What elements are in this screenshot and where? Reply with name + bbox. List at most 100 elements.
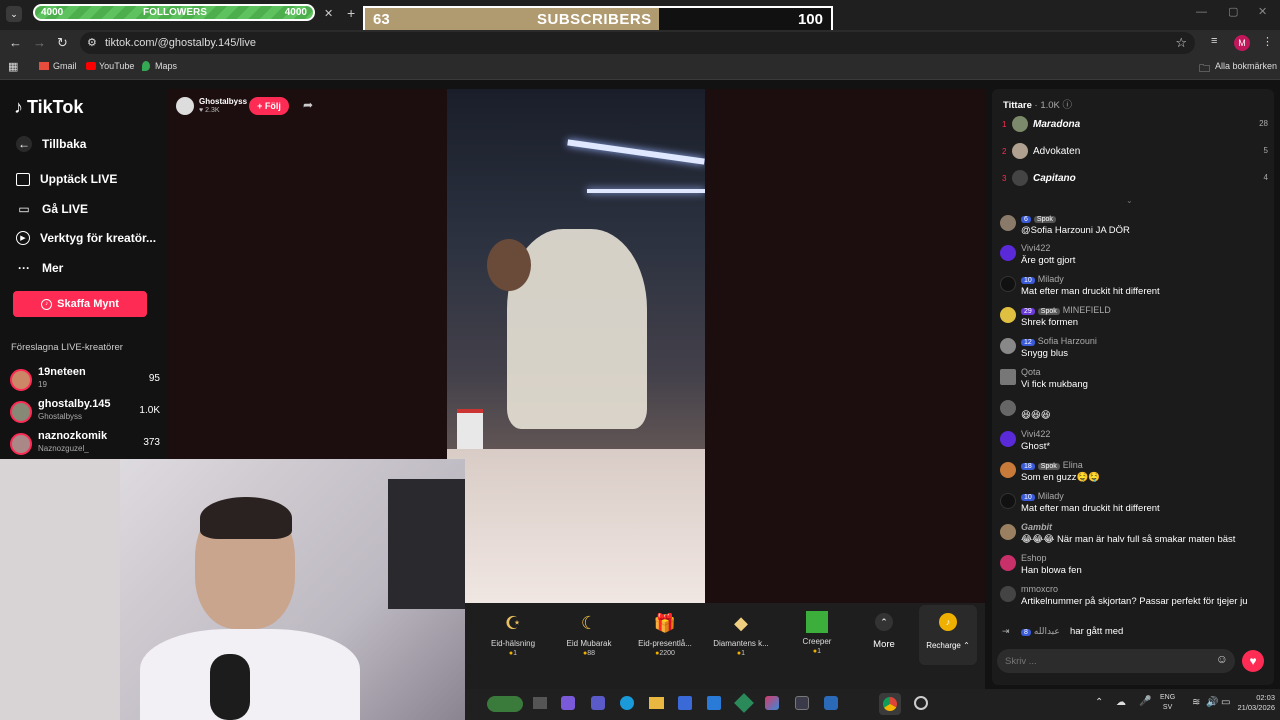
avatar xyxy=(1000,555,1016,571)
expand-chevron-icon[interactable]: ⌄ xyxy=(1126,196,1133,205)
bookmark-gmail[interactable]: Gmail xyxy=(53,61,77,71)
mail-icon[interactable] xyxy=(707,696,721,710)
chat-username[interactable]: Vivi422 xyxy=(1021,243,1050,253)
chat-username[interactable]: 8 عبدالله xyxy=(1021,626,1060,637)
gift-item[interactable]: Creeper ●1 xyxy=(782,611,852,655)
emoji-icon[interactable]: ☺ xyxy=(1216,652,1228,666)
bookmark-maps[interactable]: Maps xyxy=(155,61,177,71)
chat-username[interactable]: 10 Milady xyxy=(1021,491,1064,501)
nav-creator-tools[interactable]: ▶ Verktyg för kreatör... xyxy=(16,231,156,245)
chat-username[interactable]: 12 Sofia Harzouni xyxy=(1021,336,1097,346)
chat-input[interactable] xyxy=(1005,653,1205,669)
follow-button[interactable]: + Följ xyxy=(249,97,289,115)
gifts-more-button[interactable]: ⌃ More xyxy=(870,613,898,650)
gift-item[interactable]: ◆ Diamantens k... ●1 xyxy=(706,611,776,657)
security-icon[interactable] xyxy=(734,693,754,713)
nav-discover-live[interactable]: Upptäck LIVE xyxy=(16,172,117,186)
table-surface xyxy=(447,449,705,603)
chat-input-box[interactable]: ☺ xyxy=(997,649,1235,673)
obs-icon[interactable] xyxy=(914,696,928,710)
buy-coins-button[interactable]: ♪ Skaffa Mynt xyxy=(13,291,147,317)
browser-menu-icon[interactable]: ⋮ xyxy=(1262,35,1273,48)
live-video[interactable] xyxy=(447,89,705,603)
chat-username[interactable]: 10 Milady xyxy=(1021,274,1064,284)
media-controls-icon[interactable]: ≡ xyxy=(1211,35,1217,47)
app-icon[interactable] xyxy=(795,696,809,710)
tiktok-logo[interactable]: ♪ TikTok xyxy=(14,97,83,118)
reload-icon[interactable]: ↻ xyxy=(57,35,68,51)
viewer-rank-row[interactable]: 1 Maradona 28 xyxy=(1002,116,1268,138)
window-restore-icon[interactable]: ▢ xyxy=(1228,5,1238,18)
share-arrow-icon[interactable]: ➦ xyxy=(303,98,313,112)
photos-icon[interactable] xyxy=(824,696,838,710)
profile-avatar[interactable]: M xyxy=(1234,35,1250,51)
creator-item[interactable]: naznozkomik Naznozguzel_ 373 xyxy=(10,430,160,460)
tab-close-icon[interactable]: ✕ xyxy=(324,7,333,20)
back-arrow-icon[interactable]: ← xyxy=(9,35,22,50)
creator-subtitle: Naznozguzel_ xyxy=(38,444,89,453)
wifi-icon[interactable]: ≋ xyxy=(1192,697,1200,708)
chat-username[interactable]: 18 Spok Elina xyxy=(1021,460,1083,470)
nav-go-live[interactable]: ▭ Gå LIVE xyxy=(16,201,88,217)
tray-chevron-icon[interactable]: ⌃ xyxy=(1095,697,1103,708)
nav-more[interactable]: ··· Mer xyxy=(16,260,63,276)
viewer-rank-row[interactable]: 3 Capitano 4 xyxy=(1002,170,1268,192)
chat-username[interactable]: mmoxcro xyxy=(1021,584,1058,594)
volume-icon[interactable]: 🔊 xyxy=(1206,697,1218,708)
chrome-icon[interactable] xyxy=(879,693,901,715)
folder-icon[interactable] xyxy=(649,697,664,709)
new-tab-icon[interactable]: + xyxy=(347,5,355,21)
bookmark-youtube[interactable]: YouTube xyxy=(99,61,134,71)
chat-username[interactable]: 29 Spok MINEFIELD xyxy=(1021,305,1111,315)
rank-name: Advokaten xyxy=(1033,146,1081,157)
window-minimize-icon[interactable]: — xyxy=(1196,6,1207,18)
streamer-avatar[interactable] xyxy=(176,97,194,115)
edge-icon[interactable] xyxy=(620,696,634,710)
tab-menu-icon[interactable]: ⌄ xyxy=(6,6,22,22)
chat-username[interactable]: Eshop xyxy=(1021,553,1047,563)
mic-icon[interactable]: 🎤 xyxy=(1139,696,1151,707)
gift-item[interactable]: ☾ Eid Mubarak ●88 xyxy=(554,611,624,657)
gift-price: ●1 xyxy=(736,650,746,657)
forward-arrow-icon[interactable]: → xyxy=(33,35,46,50)
creator-item[interactable]: ghostalby.145 Ghostalbyss 1.0K xyxy=(10,398,160,428)
apps-grid-icon[interactable]: ▦ xyxy=(8,60,18,73)
copilot-icon[interactable] xyxy=(561,696,575,710)
store-icon[interactable] xyxy=(678,696,692,710)
all-bookmarks[interactable]: Alla bokmärken xyxy=(1215,61,1277,71)
gift-price-value: 88 xyxy=(587,650,596,657)
chat-text: Mat efter man druckit hit different xyxy=(1021,503,1160,514)
tiktok-wordmark: TikTok xyxy=(27,97,84,117)
maps-icon xyxy=(142,61,150,71)
clock-time: 02:03 xyxy=(1256,693,1275,702)
rank-number: 2 xyxy=(1002,147,1007,156)
file-explorer-icon[interactable] xyxy=(533,697,547,709)
recharge-button[interactable]: ♪ Recharge ⌃ xyxy=(919,605,977,665)
gift-price: ●1 xyxy=(508,650,518,657)
clock[interactable]: 02:03 21/03/2026 xyxy=(1225,693,1275,713)
chat-username[interactable]: Gambit xyxy=(1021,522,1052,532)
creator-item[interactable]: 19neteen 19 95 xyxy=(10,366,160,396)
viewer-rank-row[interactable]: 2 Advokaten 5 xyxy=(1002,143,1268,165)
gift-item[interactable]: ☪ Eid-hälsning ●1 xyxy=(478,611,548,657)
teams-icon[interactable] xyxy=(591,696,605,710)
microsoft365-icon[interactable] xyxy=(765,696,779,710)
gift-item[interactable]: 🎁 Eid-presentlå... ●2200 xyxy=(630,611,700,657)
cloud-icon[interactable]: ☁ xyxy=(1116,697,1126,708)
info-icon[interactable]: ⓘ xyxy=(1063,100,1073,111)
window-close-icon[interactable]: ✕ xyxy=(1258,5,1267,18)
url-field[interactable]: ⚙ tiktok.com/@ghostalby.145/live ☆ xyxy=(80,32,1195,54)
rank-score: 4 xyxy=(1263,173,1268,182)
chat-username[interactable]: Vivi422 xyxy=(1021,429,1050,439)
bookmark-star-icon[interactable]: ☆ xyxy=(1175,35,1187,51)
chat-username[interactable]: Qota xyxy=(1021,367,1041,377)
streamer-name[interactable]: Ghostalbyss xyxy=(199,97,247,106)
widgets-icon[interactable] xyxy=(487,696,523,712)
back-button[interactable]: ← Tillbaka xyxy=(16,136,86,152)
viewer-count: 1.0K xyxy=(139,405,160,416)
gift-name: Eid-hälsning xyxy=(490,639,536,648)
keyboard-language[interactable]: ENG SV xyxy=(1160,693,1175,713)
send-heart-button[interactable]: ♥ xyxy=(1242,650,1264,672)
site-info-icon[interactable]: ⚙ xyxy=(87,36,97,49)
avatar xyxy=(1000,245,1016,261)
